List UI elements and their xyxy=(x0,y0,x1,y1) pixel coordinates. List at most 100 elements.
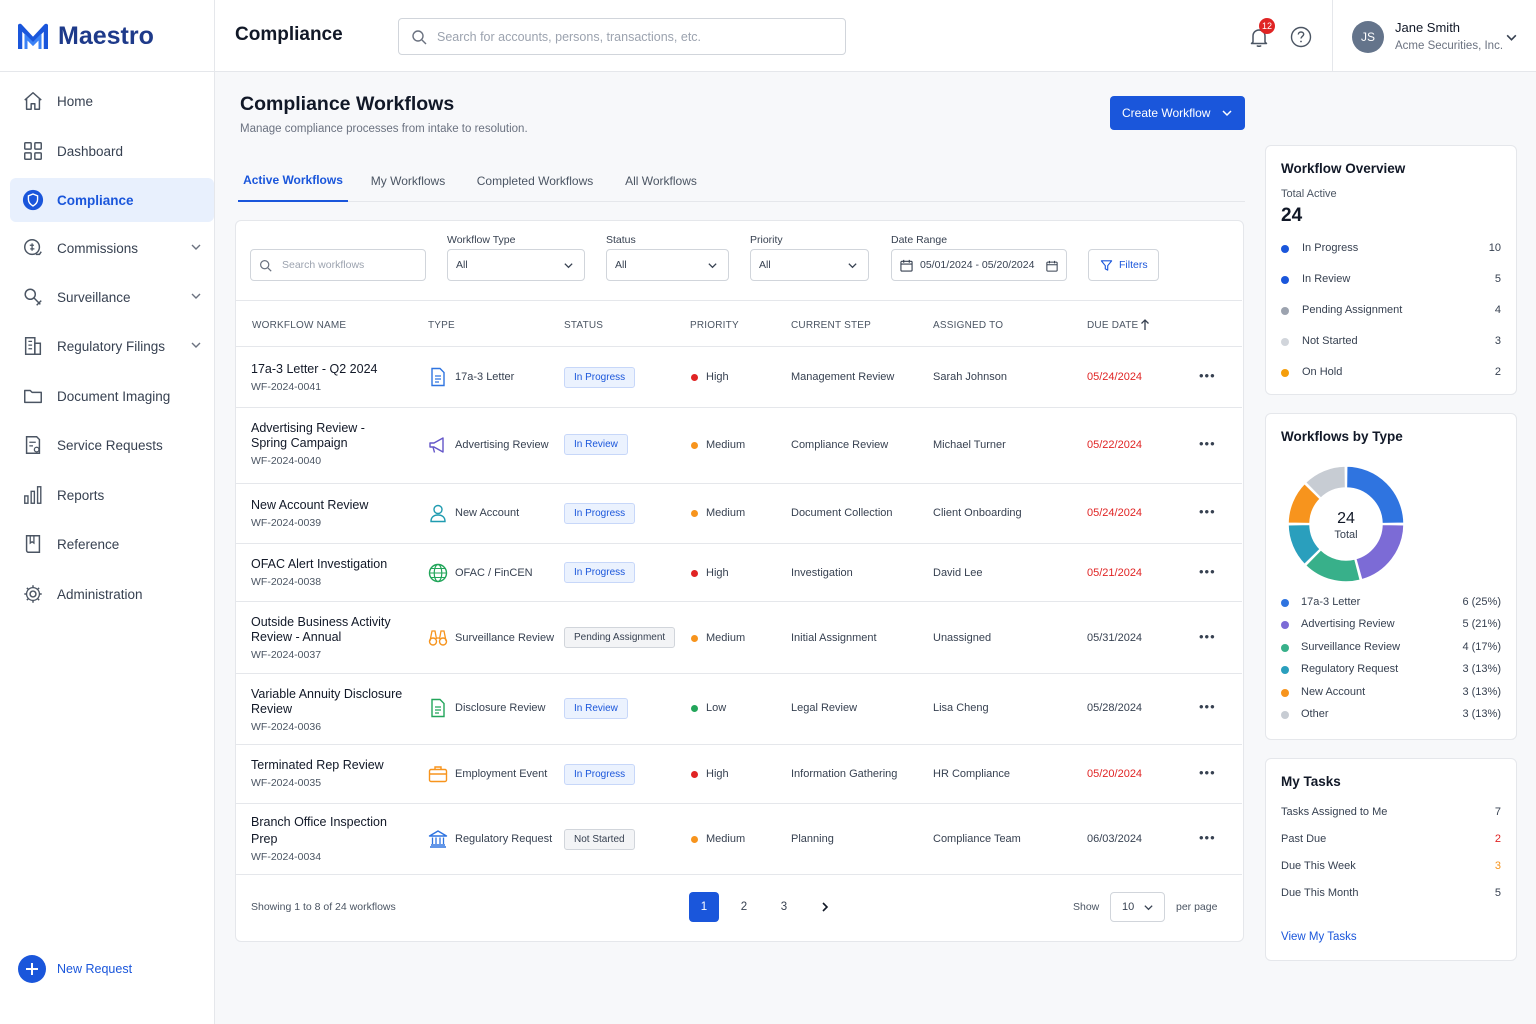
workflow-name[interactable]: Variable Annuity Disclosure xyxy=(251,686,402,702)
column-header-assigned-to[interactable]: ASSIGNED TO xyxy=(933,320,1003,331)
workflow-search[interactable] xyxy=(250,249,426,281)
overview-stat-row[interactable]: On Hold 2 xyxy=(1281,365,1501,381)
new-request-button[interactable]: New Request xyxy=(18,955,132,983)
table-row[interactable]: 17a-3 Letter - Q2 2024 WF-2024-0041 17a-… xyxy=(236,346,1242,407)
sort-ascending-icon[interactable] xyxy=(1140,319,1150,331)
workflow-name[interactable]: Branch Office Inspection xyxy=(251,814,387,830)
more-actions-icon[interactable]: ••• xyxy=(1199,564,1216,579)
avatar[interactable]: JS xyxy=(1352,21,1384,53)
type-legend-row[interactable]: Surveillance Review 4 (17%) xyxy=(1281,640,1501,656)
sidebar-item-home[interactable]: Home xyxy=(10,79,214,123)
type-legend-row[interactable]: Other 3 (13%) xyxy=(1281,707,1501,723)
overview-stat-row[interactable]: In Review 5 xyxy=(1281,272,1501,288)
sidebar-item-document-imaging[interactable]: Document Imaging xyxy=(10,374,214,418)
table-row[interactable]: New Account Review WF-2024-0039 New Acco… xyxy=(236,483,1242,543)
table-row[interactable]: Terminated Rep Review WF-2024-0035 Emplo… xyxy=(236,744,1242,803)
sidebar-item-administration[interactable]: Administration xyxy=(10,572,214,616)
column-header-priority[interactable]: PRIORITY xyxy=(690,320,739,331)
type-legend-row[interactable]: 17a-3 Letter 6 (25%) xyxy=(1281,595,1501,611)
more-actions-icon[interactable]: ••• xyxy=(1199,436,1216,451)
current-step: Management Review xyxy=(791,371,895,383)
tab-all-workflows[interactable]: All Workflows xyxy=(616,160,706,202)
workflow-name[interactable]: Terminated Rep Review xyxy=(251,757,384,773)
tab-active-workflows[interactable]: Active Workflows xyxy=(238,160,348,202)
workflow-name-line2[interactable]: Review - Annual xyxy=(251,629,341,645)
workflow-type-select[interactable]: All xyxy=(447,249,585,281)
sidebar-item-reports[interactable]: Reports xyxy=(10,473,214,517)
view-my-tasks-link[interactable]: View My Tasks xyxy=(1281,931,1357,943)
tab-completed-workflows[interactable]: Completed Workflows xyxy=(470,160,600,202)
more-actions-icon[interactable]: ••• xyxy=(1199,368,1216,383)
filters-button[interactable]: Filters xyxy=(1088,249,1159,281)
page-button-3[interactable]: 3 xyxy=(769,892,799,922)
main-title: Compliance Workflows xyxy=(240,93,455,115)
sidebar-item-compliance[interactable]: Compliance xyxy=(10,178,214,222)
column-header-due-date[interactable]: DUE DATE xyxy=(1087,320,1138,331)
date-range-picker[interactable]: 05/01/2024 - 05/20/2024 xyxy=(891,249,1067,281)
type-legend-row[interactable]: Advertising Review 5 (21%) xyxy=(1281,617,1501,633)
workflow-name[interactable]: New Account Review xyxy=(251,497,368,513)
chevron-down-icon[interactable] xyxy=(190,290,202,302)
sidebar-item-surveillance[interactable]: Surveillance xyxy=(10,275,214,319)
help-icon[interactable] xyxy=(1290,26,1312,48)
chevron-down-icon[interactable] xyxy=(190,339,202,351)
chevron-down-icon[interactable] xyxy=(1505,31,1518,44)
workflow-name[interactable]: Outside Business Activity xyxy=(251,614,391,630)
workflow-name-line2[interactable]: Prep xyxy=(251,831,277,847)
overview-stat-row[interactable]: Pending Assignment 4 xyxy=(1281,303,1501,319)
column-header-name[interactable]: WORKFLOW NAME xyxy=(252,320,346,331)
workflow-name[interactable]: OFAC Alert Investigation xyxy=(251,556,387,572)
more-actions-icon[interactable]: ••• xyxy=(1199,699,1216,714)
task-row[interactable]: Past Due 2 xyxy=(1281,833,1501,849)
task-row[interactable]: Due This Week 3 xyxy=(1281,860,1501,876)
maestro-logo-icon xyxy=(18,23,48,49)
overview-stat-row[interactable]: In Progress 10 xyxy=(1281,241,1501,257)
column-header-current-step[interactable]: CURRENT STEP xyxy=(791,320,871,331)
per-page-select[interactable]: 10 xyxy=(1110,892,1165,922)
status-select[interactable]: All xyxy=(606,249,729,281)
chevron-down-icon[interactable] xyxy=(190,241,202,253)
column-header-status[interactable]: STATUS xyxy=(564,320,603,331)
sidebar-item-service-requests[interactable]: Service Requests xyxy=(10,423,214,467)
tab-my-workflows[interactable]: My Workflows xyxy=(362,160,454,202)
sidebar-item-reference[interactable]: Reference xyxy=(10,522,214,566)
assigned-to: Client Onboarding xyxy=(933,507,1022,519)
table-row[interactable]: Branch Office Inspection Prep WF-2024-00… xyxy=(236,803,1242,874)
workflow-name-line2[interactable]: Review xyxy=(251,701,292,717)
page-button-1[interactable]: 1 xyxy=(689,892,719,922)
task-row[interactable]: Due This Month 5 xyxy=(1281,887,1501,903)
table-row[interactable]: Variable Annuity Disclosure Review WF-20… xyxy=(236,673,1242,744)
next-page-button[interactable] xyxy=(810,892,840,922)
column-header-type[interactable]: TYPE xyxy=(428,320,455,331)
create-workflow-button[interactable]: Create Workflow xyxy=(1110,96,1245,130)
assigned-to: Michael Turner xyxy=(933,439,1006,451)
type-legend-row[interactable]: Regulatory Request 3 (13%) xyxy=(1281,662,1501,678)
type-legend-row[interactable]: New Account 3 (13%) xyxy=(1281,685,1501,701)
task-row[interactable]: Tasks Assigned to Me 7 xyxy=(1281,806,1501,822)
more-actions-icon[interactable]: ••• xyxy=(1199,504,1216,519)
table-row[interactable]: Outside Business Activity Review - Annua… xyxy=(236,601,1242,673)
sidebar-item-commissions[interactable]: Commissions xyxy=(10,226,214,270)
table-row[interactable]: Advertising Review - Spring Campaign WF-… xyxy=(236,407,1242,483)
page-button-2[interactable]: 2 xyxy=(729,892,759,922)
filter-label: Date Range xyxy=(891,234,948,246)
more-actions-icon[interactable]: ••• xyxy=(1199,830,1216,845)
workflow-name[interactable]: 17a-3 Letter - Q2 2024 xyxy=(251,361,377,377)
priority-select[interactable]: All xyxy=(750,249,869,281)
global-search[interactable] xyxy=(398,18,846,55)
overview-stat-row[interactable]: Not Started 3 xyxy=(1281,334,1501,350)
more-actions-icon[interactable]: ••• xyxy=(1199,629,1216,644)
legend-dot xyxy=(1281,369,1289,377)
priority: High xyxy=(706,768,729,780)
user-name[interactable]: Jane Smith xyxy=(1395,20,1460,35)
chevron-down-icon xyxy=(1144,905,1153,911)
sidebar-item-dashboard[interactable]: Dashboard xyxy=(10,129,214,173)
global-search-input[interactable] xyxy=(437,29,817,44)
workflow-name[interactable]: Advertising Review - xyxy=(251,420,365,436)
workflow-name-line2[interactable]: Spring Campaign xyxy=(251,435,348,451)
sidebar-item-regulatory-filings[interactable]: Regulatory Filings xyxy=(10,324,214,368)
more-actions-icon[interactable]: ••• xyxy=(1199,765,1216,780)
workflow-search-input[interactable] xyxy=(282,259,412,271)
app-logo[interactable]: Maestro xyxy=(18,22,154,51)
table-row[interactable]: OFAC Alert Investigation WF-2024-0038 OF… xyxy=(236,543,1242,601)
